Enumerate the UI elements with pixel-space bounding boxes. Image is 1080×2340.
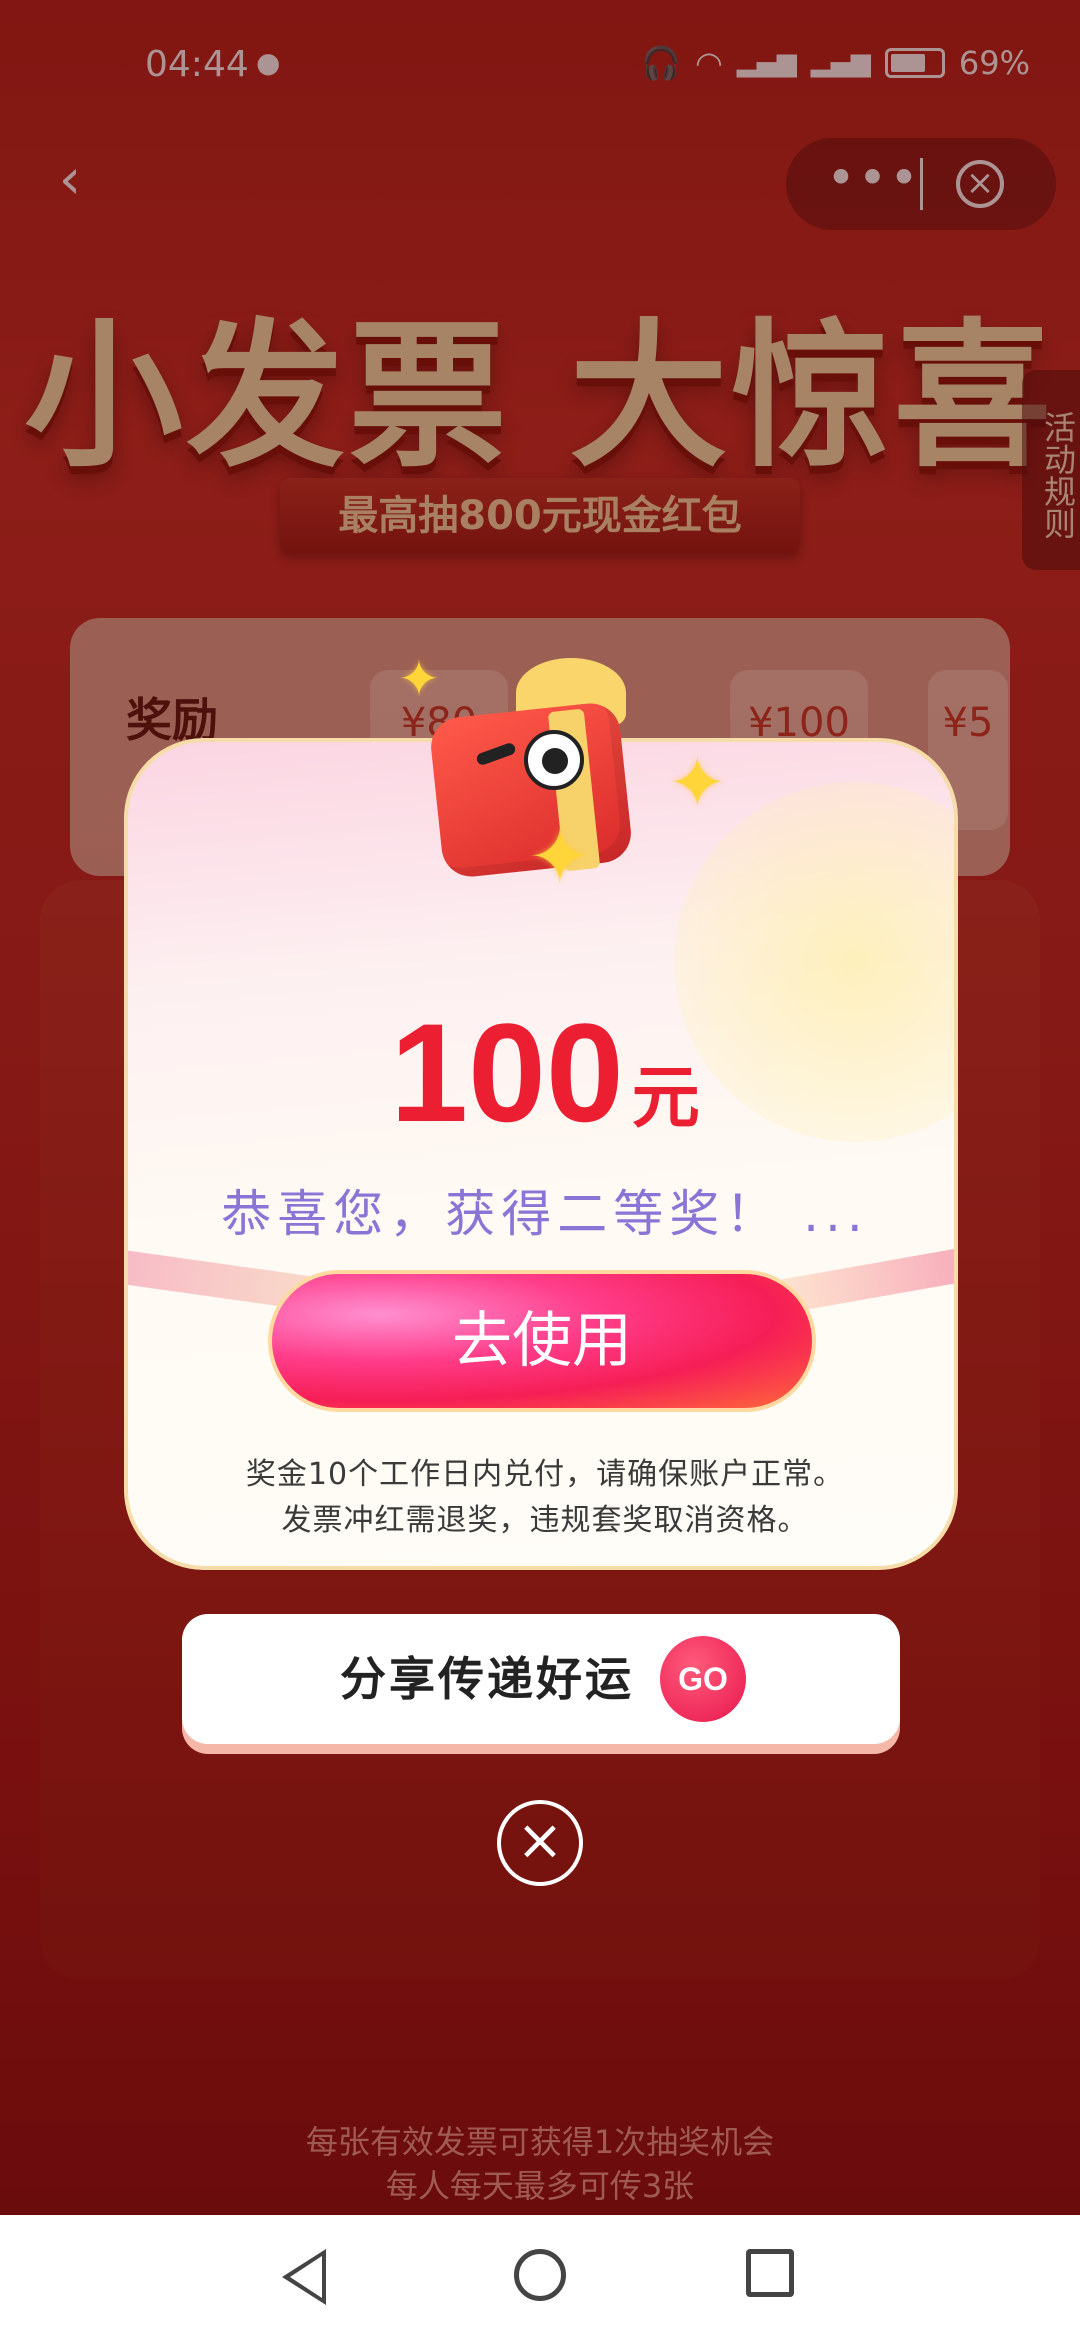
sparkle-icon: ✦ bbox=[398, 650, 440, 708]
nav-home-icon[interactable] bbox=[514, 2249, 566, 2301]
share-label: 分享传递好运 bbox=[340, 1652, 634, 1706]
prize-amount: 100 元 bbox=[128, 992, 954, 1154]
go-badge: GO bbox=[660, 1636, 746, 1722]
system-nav-bar bbox=[0, 2215, 1080, 2340]
share-button[interactable]: 分享传递好运 GO bbox=[182, 1614, 900, 1744]
gift-eye bbox=[524, 730, 584, 790]
note-line-2: 发票冲红需退奖，违规套奖取消资格。 bbox=[281, 1503, 809, 1538]
close-icon[interactable]: × bbox=[497, 1800, 583, 1886]
nav-back-icon[interactable] bbox=[282, 2249, 326, 2305]
use-button[interactable]: 去使用 bbox=[268, 1270, 816, 1412]
sparkle-icon: ✦ bbox=[668, 742, 727, 824]
prize-notes: 奖金10个工作日内兑付，请确保账户正常。 发票冲红需退奖，违规套奖取消资格。 bbox=[128, 1452, 954, 1544]
note-line-1: 奖金10个工作日内兑付，请确保账户正常。 bbox=[245, 1457, 845, 1492]
congrats-text: 恭喜您，获得二等奖！ ... bbox=[221, 1185, 869, 1243]
sparkle-icon: ✦ bbox=[528, 812, 592, 901]
nav-recents-icon[interactable] bbox=[746, 2249, 794, 2297]
prize-amount-value: 100 bbox=[390, 994, 624, 1151]
prize-amount-unit: 元 bbox=[631, 1059, 700, 1138]
